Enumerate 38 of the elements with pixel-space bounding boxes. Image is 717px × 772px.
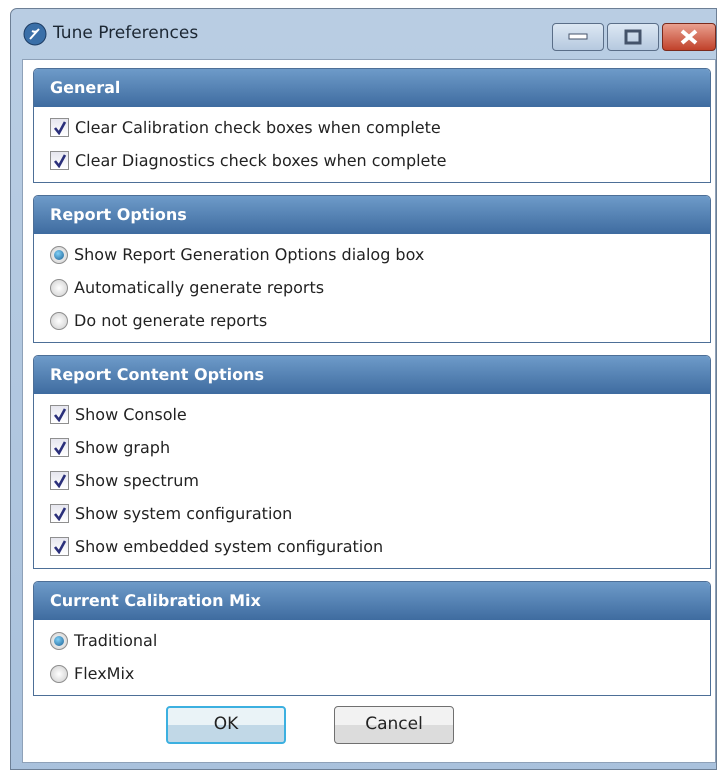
checkbox-label: Clear Calibration check boxes when complete [75, 116, 441, 138]
close-icon [679, 28, 699, 46]
radio-label: Traditional [74, 630, 158, 652]
close-button[interactable] [662, 23, 716, 51]
checkbox[interactable] [50, 438, 69, 457]
checkbox[interactable] [50, 405, 69, 424]
radio-button[interactable] [50, 312, 68, 330]
checkbox[interactable] [50, 471, 69, 490]
checkbox-label: Show graph [75, 436, 170, 458]
checkbox-label: Show spectrum [75, 470, 199, 492]
radio-button[interactable] [50, 632, 68, 650]
checkbox-label: Clear Diagnostics check boxes when complete [75, 150, 447, 172]
cancel-button[interactable]: Cancel [334, 706, 454, 744]
minimize-icon [568, 33, 588, 41]
window-title: Tune Preferences [53, 22, 198, 46]
maximize-button[interactable] [607, 23, 659, 51]
section-header: General [34, 69, 710, 107]
radio-button[interactable] [50, 246, 68, 264]
radio-button[interactable] [50, 664, 68, 682]
app-icon [23, 22, 47, 46]
radio-label: Do not generate reports [74, 310, 268, 332]
section-header: Current Calibration Mix [34, 582, 710, 620]
radio-label: Show Report Generation Options dialog box [74, 244, 424, 266]
checkbox-label: Show embedded system configuration [75, 536, 384, 558]
radio-label: Automatically generate reports [74, 276, 324, 298]
checkbox-label: Show system configuration [75, 502, 292, 524]
radio-label: FlexMix [74, 662, 134, 684]
checkbox[interactable] [50, 118, 69, 137]
checkbox[interactable] [50, 537, 69, 556]
minimize-button[interactable] [552, 23, 604, 51]
ok-button[interactable]: OK [166, 706, 286, 744]
maximize-icon [624, 29, 642, 45]
section-header: Report Options [34, 196, 710, 234]
radio-button[interactable] [50, 278, 68, 296]
checkbox-label: Show Console [75, 404, 187, 426]
checkbox[interactable] [50, 504, 69, 523]
section-header: Report Content Options [34, 356, 710, 394]
checkbox[interactable] [50, 151, 69, 170]
